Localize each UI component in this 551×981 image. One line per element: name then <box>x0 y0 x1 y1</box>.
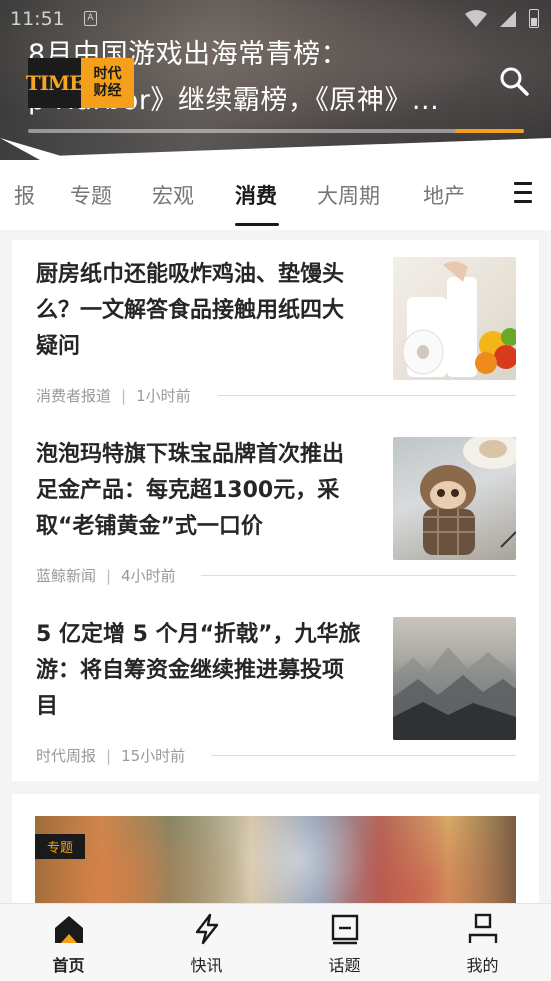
meta-divider <box>201 575 516 576</box>
nav-profile[interactable]: 我的 <box>414 904 551 981</box>
category-tabs: 报 专题 宏观 消费 大周期 地产 <box>0 160 551 230</box>
feature-image: 专题 <box>35 816 516 914</box>
nav-flash[interactable]: 快讯 <box>138 904 275 981</box>
profile-icon <box>468 913 497 943</box>
article-item[interactable]: 5 亿定增 5 个月“折戟”，九华旅游：将自筹资金继续推进募投项目 时代周报 |… <box>12 600 539 780</box>
nav-label: 首页 <box>52 956 85 975</box>
meta-divider <box>211 755 516 756</box>
header-banner[interactable]: 11:51 A 8月中国游戏出海常青榜： p Harbor》继续霸榜，《原神》.… <box>0 0 551 160</box>
meta-separator: | <box>106 566 112 585</box>
signal-icon <box>500 10 516 27</box>
tab-item[interactable]: 地产 <box>423 180 465 210</box>
tab-item[interactable]: 宏观 <box>152 180 194 210</box>
bottom-navigation: 首页 快讯 话题 我的 <box>0 903 551 981</box>
article-meta: 时代周报 | 15小时前 <box>36 745 185 766</box>
tab-item-active[interactable]: 消费 <box>235 180 277 210</box>
nav-label: 话题 <box>328 956 361 975</box>
article-source: 时代周报 <box>36 747 97 765</box>
battery-icon <box>529 9 539 28</box>
article-time: 15小时前 <box>121 747 186 765</box>
article-list: 厨房纸巾还能吸炸鸡油、垫馒头么？一文解答食品接触用纸四大疑问 消费者报道 | 1… <box>12 240 539 781</box>
article-meta: 消费者报道 | 1小时前 <box>36 385 191 406</box>
article-source: 蓝鲸新闻 <box>36 567 97 585</box>
logo-time-mark: TIME <box>26 58 84 108</box>
tab-item[interactable]: 大周期 <box>317 180 380 210</box>
article-title: 泡泡玛特旗下珠宝品牌首次推出足金产品：每克超1300元，采取“老铺黄金”式一口价 <box>36 442 345 539</box>
lightning-icon <box>195 913 218 945</box>
article-thumbnail <box>393 617 516 740</box>
nav-label: 我的 <box>466 956 499 975</box>
meta-separator: | <box>106 746 112 765</box>
meta-divider <box>218 395 516 396</box>
tab-item[interactable]: 专题 <box>70 180 112 210</box>
mountain-photo <box>393 647 516 740</box>
article-time: 4小时前 <box>121 567 176 585</box>
hamburger-icon[interactable] <box>514 182 532 206</box>
nav-label: 快讯 <box>190 956 223 975</box>
search-icon[interactable] <box>499 66 529 96</box>
tab-active-indicator <box>235 223 279 226</box>
brand-logo: TIME 时代 财经 <box>26 58 134 108</box>
article-time: 1小时前 <box>136 387 191 405</box>
status-time: 11:51 <box>10 8 65 30</box>
article-thumbnail <box>393 437 516 560</box>
feature-card[interactable]: 专题 <box>12 794 539 914</box>
nav-topic[interactable]: 话题 <box>276 904 413 981</box>
home-icon <box>54 916 83 943</box>
article-title: 厨房纸巾还能吸炸鸡油、垫馒头么？一文解答食品接触用纸四大疑问 <box>36 262 345 359</box>
logo-cn-line1: 时代 <box>93 66 122 82</box>
toy-photo <box>420 437 516 555</box>
article-thumbnail <box>393 257 516 380</box>
article-item[interactable]: 厨房纸巾还能吸炸鸡油、垫馒头么？一文解答食品接触用纸四大疑问 消费者报道 | 1… <box>12 240 539 420</box>
logo-cn-line2: 财经 <box>93 83 122 99</box>
nav-home[interactable]: 首页 <box>0 904 137 981</box>
article-meta: 蓝鲸新闻 | 4小时前 <box>36 565 176 586</box>
banner-progress-fill <box>454 129 524 133</box>
article-item[interactable]: 泡泡玛特旗下珠宝品牌首次推出足金产品：每克超1300元，采取“老铺黄金”式一口价… <box>12 420 539 600</box>
sim-icon: A <box>84 11 97 26</box>
logo-cn-mark: 时代 财经 <box>81 58 134 108</box>
wifi-icon <box>465 9 487 27</box>
tab-item[interactable]: 报 <box>14 180 35 210</box>
paper-towel-photo <box>402 261 516 377</box>
supermarket-photo <box>35 816 516 914</box>
banner-progress <box>28 129 524 133</box>
article-source: 消费者报道 <box>36 387 112 405</box>
topic-badge: 专题 <box>35 834 86 859</box>
article-title: 5 亿定增 5 个月“折戟”，九华旅游：将自筹资金继续推进募投项目 <box>36 622 361 719</box>
topic-icon <box>331 914 358 945</box>
meta-separator: | <box>121 386 127 405</box>
